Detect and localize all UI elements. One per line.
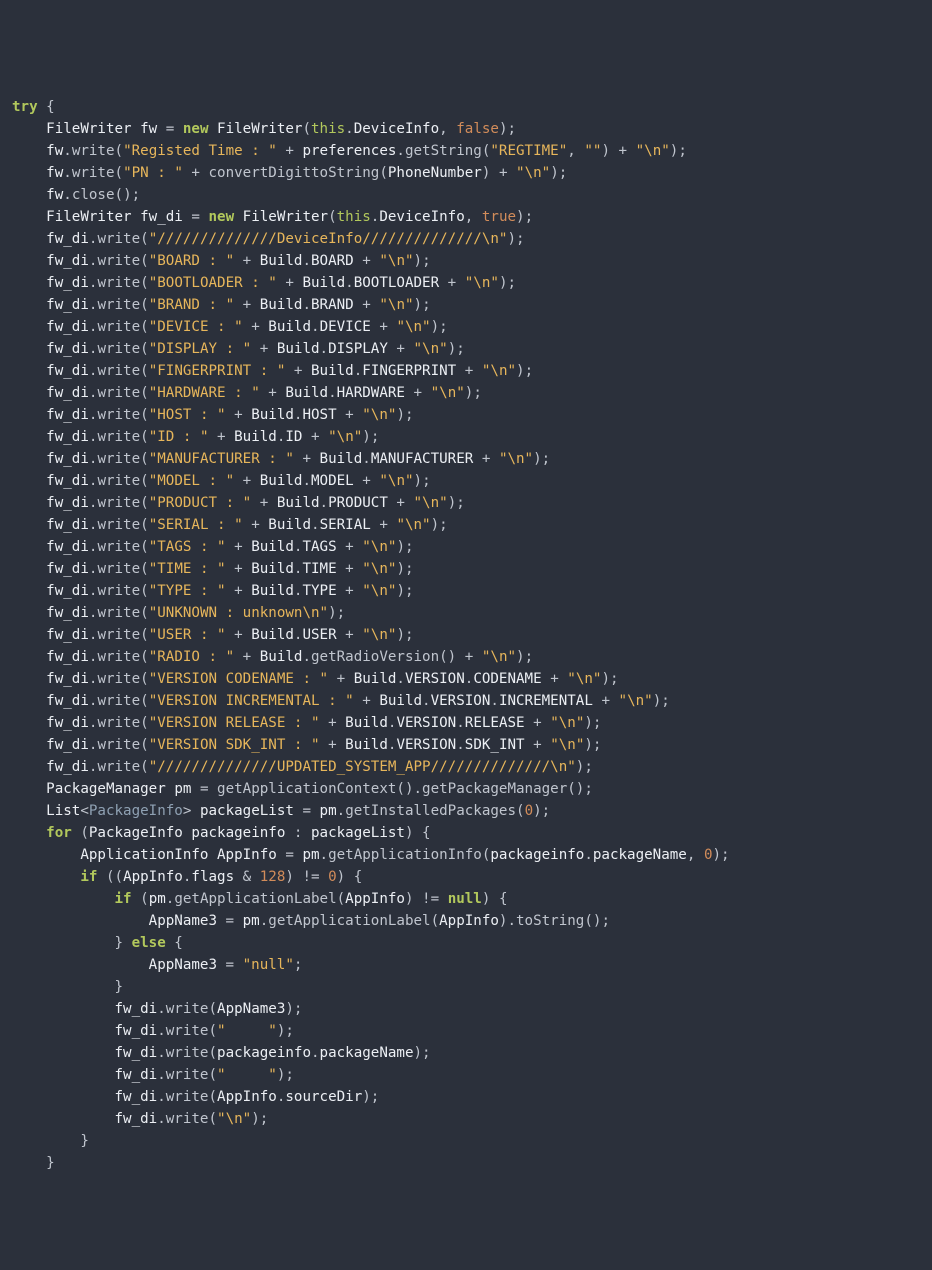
code-block: { "tokens": { "try": "try", "new": "new"… xyxy=(0,0,932,1270)
kw-try: try xyxy=(12,99,38,115)
code-container: try { FileWriter fw = new FileWriter(thi… xyxy=(12,99,730,1171)
